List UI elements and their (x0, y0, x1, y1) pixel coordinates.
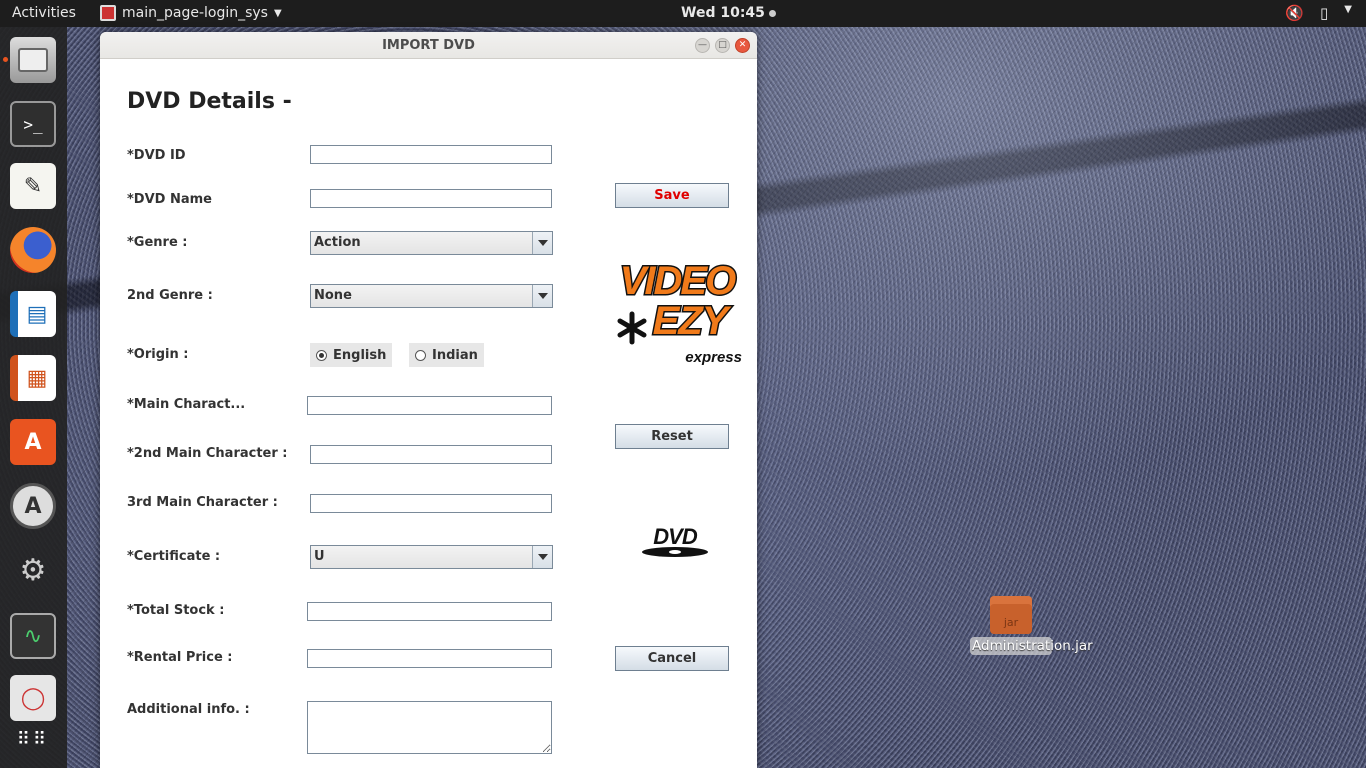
rental-price-label: *Rental Price : (127, 650, 233, 665)
jar-file-icon: jar (990, 596, 1032, 634)
top-bar: Activities main_page-login_sys ▼ Wed 10:… (0, 0, 1366, 27)
dock: >_ ✎ ▤ ▦ A A ⚙ ∿ ◯ ⠿⠿ (0, 27, 67, 768)
genre2-select[interactable]: None (310, 284, 553, 308)
dvd-name-label: *DVD Name (127, 192, 212, 207)
close-button[interactable]: ✕ (735, 38, 750, 53)
software-center-icon[interactable]: A (10, 419, 56, 465)
asterisk-icon (617, 311, 647, 345)
impress-icon[interactable]: ▦ (10, 355, 56, 401)
desktop-file-administration-jar[interactable]: jar Administration.jar (970, 596, 1093, 655)
save-button[interactable]: Save (615, 183, 729, 208)
genre-label: *Genre : (127, 235, 188, 250)
chevron-down-icon[interactable] (532, 546, 552, 568)
window-title: IMPORT DVD (382, 38, 475, 53)
terminal-icon[interactable]: >_ (10, 101, 56, 147)
reset-button[interactable]: Reset (615, 424, 729, 449)
show-apps-icon[interactable]: ⠿⠿ (10, 717, 56, 763)
writer-icon[interactable]: ▤ (10, 291, 56, 337)
main-character-label: *Main Charact... (127, 397, 246, 412)
app-menu[interactable]: main_page-login_sys ▼ (100, 5, 282, 21)
main-character-input[interactable] (307, 396, 552, 415)
third-main-character-label: 3rd Main Character : (127, 495, 278, 510)
running-indicator-icon (3, 57, 8, 62)
volume-muted-icon[interactable]: 🔇 (1285, 4, 1304, 22)
chevron-down-icon: ▼ (273, 7, 282, 19)
certificate-select-value: U (314, 549, 325, 564)
cancel-button[interactable]: Cancel (615, 646, 729, 671)
chevron-down-icon[interactable] (532, 285, 552, 307)
settings-icon[interactable]: ⚙ (10, 547, 56, 593)
import-dvd-window: IMPORT DVD — □ ✕ DVD Details - *DVD ID *… (100, 32, 757, 768)
origin-option-label: Indian (432, 347, 478, 363)
total-stock-label: *Total Stock : (127, 603, 225, 618)
maximize-button[interactable]: □ (715, 38, 730, 53)
origin-radio-english[interactable]: English (310, 343, 393, 367)
system-tray[interactable]: 🔇 ▯ ▼ (1285, 4, 1352, 22)
drive-icon[interactable]: ◯ (10, 675, 56, 721)
genre2-select-value: None (314, 288, 352, 303)
dvd-logo: DVD (642, 524, 708, 557)
additional-info-label: Additional info. : (127, 702, 250, 717)
logo-line1: VIDEO (620, 259, 736, 303)
chevron-down-icon[interactable]: ▼ (1344, 4, 1352, 22)
logo-line2: EZY (653, 299, 732, 343)
origin-option-label: English (333, 347, 387, 363)
text-editor-icon[interactable]: ✎ (10, 163, 56, 209)
dvd-id-input[interactable] (310, 145, 552, 164)
video-ezy-logo: VIDEO EZY express (617, 258, 742, 366)
minimize-button[interactable]: — (695, 38, 710, 53)
third-main-character-input[interactable] (310, 494, 552, 513)
activities-button[interactable]: Activities (12, 5, 76, 21)
genre-select-value: Action (314, 235, 361, 250)
logo-line3: express (685, 349, 742, 366)
second-main-character-input[interactable] (310, 445, 552, 464)
battery-icon[interactable]: ▯ (1320, 4, 1328, 22)
origin-radio-indian[interactable]: Indian (409, 343, 484, 367)
total-stock-input[interactable] (307, 602, 552, 621)
dvd-name-input[interactable] (310, 189, 552, 208)
chevron-down-icon[interactable] (532, 232, 552, 254)
origin-label: *Origin : (127, 347, 189, 362)
certificate-select[interactable]: U (310, 545, 553, 569)
app-menu-label: main_page-login_sys (122, 5, 268, 21)
radio-unselected-icon (415, 349, 426, 361)
system-monitor-icon[interactable]: ∿ (10, 613, 56, 659)
dvd-logo-text: DVD (653, 524, 698, 549)
rental-price-input[interactable] (307, 649, 552, 668)
firefox-icon[interactable] (10, 227, 56, 273)
jar-icon-label: jar (1003, 616, 1019, 629)
files-icon[interactable] (10, 37, 56, 83)
clock-label: Wed 10:45 (681, 5, 765, 21)
desktop-file-name: Administration.jar (970, 637, 1093, 655)
dvd-id-label: *DVD ID (127, 148, 186, 163)
second-main-character-label: *2nd Main Character : (127, 446, 288, 461)
clock[interactable]: Wed 10:45 (681, 5, 776, 21)
notification-dot-icon (768, 9, 776, 17)
software-updater-icon[interactable]: A (10, 483, 56, 529)
java-app-icon (100, 5, 116, 21)
certificate-label: *Certificate : (127, 549, 221, 564)
page-title: DVD Details - (127, 89, 292, 114)
radio-selected-icon (316, 349, 327, 361)
genre2-label: 2nd Genre : (127, 288, 213, 303)
additional-info-textarea[interactable] (307, 701, 552, 754)
genre-select[interactable]: Action (310, 231, 553, 255)
window-titlebar[interactable]: IMPORT DVD — □ ✕ (100, 32, 757, 59)
